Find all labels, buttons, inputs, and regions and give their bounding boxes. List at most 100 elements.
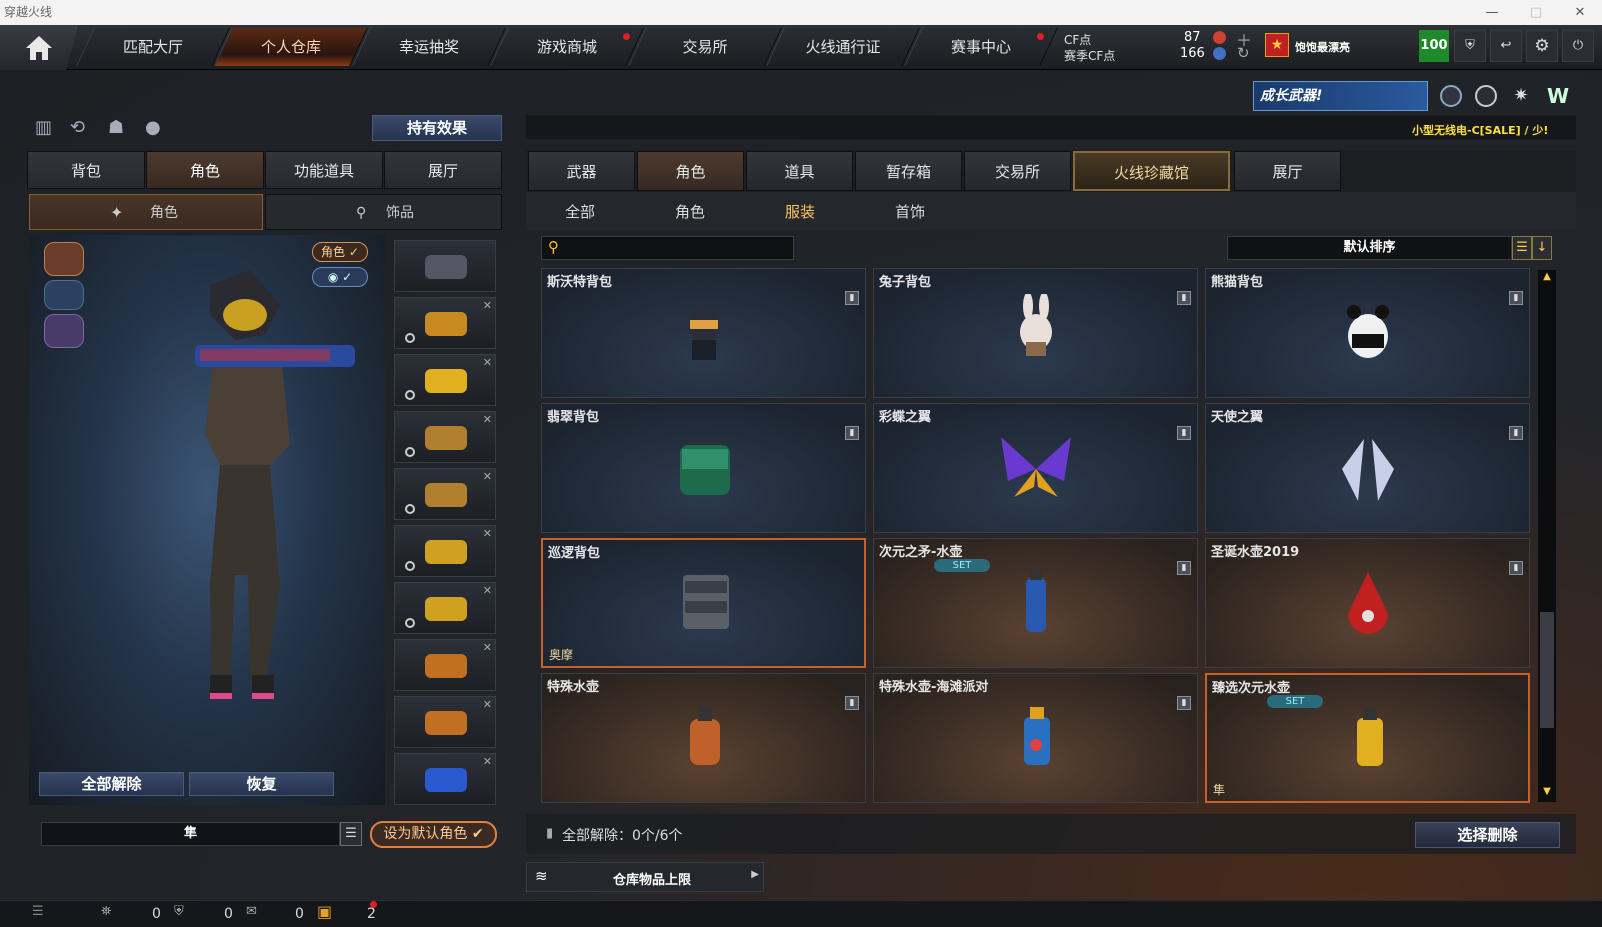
tab-character[interactable]: 角色: [146, 151, 264, 189]
scroll-up-icon[interactable]: ▲: [1539, 271, 1555, 285]
remove-slot-icon[interactable]: ✕: [483, 527, 492, 540]
sort-direction-icon[interactable]: ↓: [1532, 236, 1552, 260]
minimize-button[interactable]: —: [1472, 0, 1512, 25]
equipment-slot-7[interactable]: ✕: [394, 639, 496, 691]
return-button[interactable]: ↩: [1490, 30, 1522, 62]
equipment-slot-2[interactable]: ✕: [394, 354, 496, 406]
item-card[interactable]: 天使之翼 ▮: [1205, 403, 1530, 533]
faction-icon-3[interactable]: [44, 314, 84, 348]
nav-tab-1[interactable]: 个人仓库: [223, 28, 359, 66]
right-tab-0[interactable]: 武器: [528, 151, 635, 191]
home-button[interactable]: [0, 25, 78, 70]
equipment-slot-8[interactable]: ✕: [394, 696, 496, 748]
refresh-icon[interactable]: ↻: [1237, 44, 1250, 62]
slot-radio[interactable]: [405, 447, 415, 457]
equipment-slot-9[interactable]: ✕: [394, 753, 496, 805]
item-card[interactable]: 巡逻背包 奥摩: [541, 538, 866, 668]
equipment-slot-4[interactable]: ✕: [394, 468, 496, 520]
item-card[interactable]: 特殊水壶-海滩派对 ▮: [873, 673, 1198, 803]
select-delete-button[interactable]: 选择删除: [1415, 822, 1560, 848]
scrollbar-thumb[interactable]: [1540, 612, 1554, 728]
remove-slot-icon[interactable]: ✕: [483, 470, 492, 483]
slot-radio[interactable]: [405, 618, 415, 628]
effects-button[interactable]: 持有效果: [372, 115, 502, 141]
settings-button[interactable]: ⚙: [1526, 30, 1558, 62]
trash-icon[interactable]: ▮: [1177, 291, 1191, 305]
tab-showroom[interactable]: 展厅: [384, 151, 502, 189]
nav-tab-0[interactable]: 匹配大厅: [85, 28, 221, 66]
maximize-button[interactable]: □: [1516, 0, 1556, 25]
equipment-slot-6[interactable]: ✕: [394, 582, 496, 634]
close-button[interactable]: ✕: [1560, 0, 1600, 25]
nav-tab-5[interactable]: 火线通行证: [775, 28, 911, 66]
faction-icon-1[interactable]: [44, 242, 84, 276]
remove-slot-icon[interactable]: ✕: [483, 299, 492, 312]
equipment-slot-0[interactable]: [394, 240, 496, 292]
faction-icon-2[interactable]: [44, 280, 84, 310]
category-3[interactable]: 首饰: [870, 200, 950, 224]
trash-icon[interactable]: ▮: [1177, 696, 1191, 710]
character-list-button[interactable]: ☰: [340, 822, 362, 846]
power-button[interactable]: ⏻: [1562, 30, 1594, 62]
remove-slot-icon[interactable]: ✕: [483, 698, 492, 711]
grenade-icon[interactable]: ●: [145, 117, 167, 139]
category-2[interactable]: 服装: [760, 200, 840, 224]
remove-slot-icon[interactable]: ✕: [483, 755, 492, 768]
item-card[interactable]: 臻选次元水壶 SET 隼: [1205, 673, 1530, 803]
item-card[interactable]: 斯沃特背包 ▮: [541, 268, 866, 398]
slot-radio[interactable]: [405, 504, 415, 514]
sort-menu-icon[interactable]: ☰: [1512, 236, 1532, 260]
scroll-down-icon[interactable]: ▼: [1539, 786, 1555, 800]
rotate-icon[interactable]: ⟲: [70, 117, 92, 139]
trash-icon[interactable]: ▮: [1509, 291, 1523, 305]
equipment-slot-1[interactable]: ✕: [394, 297, 496, 349]
right-tab-6[interactable]: 展厅: [1234, 151, 1341, 191]
gift-icon[interactable]: ▣: [317, 902, 332, 921]
set-default-character-button[interactable]: 设为默认角色 ✔: [370, 821, 497, 848]
nav-tab-2[interactable]: 幸运抽奖: [361, 28, 497, 66]
emblem-icon[interactable]: [1440, 85, 1462, 107]
nav-tab-4[interactable]: 交易所: [637, 28, 773, 66]
slot-radio[interactable]: [405, 561, 415, 571]
right-tab-1[interactable]: 角色: [637, 151, 744, 191]
chat-icon[interactable]: ✉: [246, 904, 257, 919]
shield-small-icon[interactable]: ⛨: [174, 904, 184, 919]
w-logo-icon[interactable]: W: [1545, 85, 1571, 107]
character-name-field[interactable]: 隼: [41, 822, 340, 846]
item-card[interactable]: 彩蝶之翼 ▮: [873, 403, 1198, 533]
category-0[interactable]: 全部: [540, 200, 620, 224]
subtab-character[interactable]: ✦ 角色: [29, 194, 263, 230]
item-card[interactable]: 翡翠背包 ▮: [541, 403, 866, 533]
subtab-accessory[interactable]: ⚲ 饰品: [265, 194, 502, 230]
trash-icon[interactable]: ▮: [845, 291, 859, 305]
nav-tab-3[interactable]: 游戏商城: [499, 28, 635, 66]
item-card[interactable]: 熊猫背包 ▮: [1205, 268, 1530, 398]
trash-icon[interactable]: ▮: [845, 426, 859, 440]
item-card[interactable]: 兔子背包 ▮: [873, 268, 1198, 398]
search-input[interactable]: ⚲: [541, 236, 794, 260]
nav-tab-6[interactable]: 赛事中心: [913, 28, 1049, 66]
item-card[interactable]: 次元之矛-水壶 ▮ SET: [873, 538, 1198, 668]
shield-button[interactable]: ⛨: [1454, 30, 1486, 62]
menu-icon[interactable]: ☰: [32, 904, 44, 919]
badge-icon[interactable]: ✷: [1510, 85, 1532, 107]
tab-backpack[interactable]: 背包: [27, 151, 145, 189]
trash-icon[interactable]: ▮: [1177, 561, 1191, 575]
item-card[interactable]: 特殊水壶 ▮: [541, 673, 866, 803]
character-action-icon[interactable]: ☗: [108, 117, 130, 139]
remove-slot-icon[interactable]: ✕: [483, 413, 492, 426]
stats-icon[interactable]: ▥: [35, 117, 57, 139]
globe-icon[interactable]: [1475, 85, 1497, 107]
slot-radio[interactable]: [405, 333, 415, 343]
remove-slot-icon[interactable]: ✕: [483, 356, 492, 369]
growth-weapon-banner[interactable]: 成长武器!: [1253, 81, 1428, 111]
slot-radio[interactable]: [405, 390, 415, 400]
sort-dropdown[interactable]: 默认排序: [1227, 236, 1512, 260]
item-card[interactable]: 圣诞水壶2019 ▮: [1205, 538, 1530, 668]
role-toggle[interactable]: 角色 ✓: [312, 242, 368, 262]
right-tab-5[interactable]: 火线珍藏馆: [1073, 151, 1230, 191]
equipment-slot-5[interactable]: ✕: [394, 525, 496, 577]
trash-icon[interactable]: ▮: [1509, 561, 1523, 575]
right-tab-2[interactable]: 道具: [746, 151, 853, 191]
unequip-all-button[interactable]: 全部解除: [39, 772, 184, 796]
